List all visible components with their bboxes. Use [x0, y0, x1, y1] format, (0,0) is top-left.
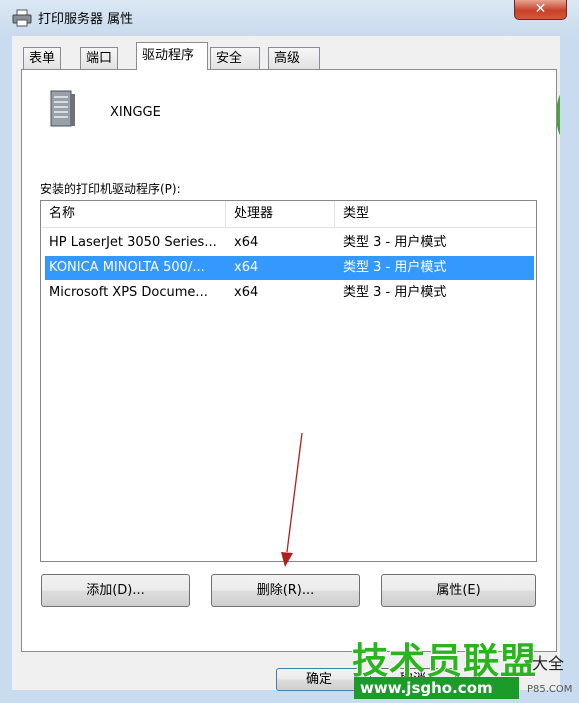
ok-button[interactable]: 确定: [276, 668, 362, 691]
driver-name: HP LaserJet 3050 Series...: [49, 235, 217, 250]
driver-type: 类型 3 - 用户模式: [343, 260, 447, 275]
driver-processor: x64: [234, 260, 259, 275]
tab-label: 高级: [274, 51, 301, 66]
tab-label: 表单: [29, 51, 56, 66]
driver-name: KONICA MINOLTA 500/...: [49, 260, 205, 275]
drivers-list[interactable]: 名称 处理器 类型 HP LaserJet 3050 Series... x64…: [40, 200, 537, 562]
watermark-suffix: 大全: [532, 654, 565, 673]
tab-drivers[interactable]: 驱动程序: [136, 42, 208, 70]
driver-processor: x64: [234, 235, 259, 250]
window-border-right: [560, 36, 579, 703]
driver-name: Microsoft XPS Docume...: [49, 285, 208, 300]
tab-advanced[interactable]: 高级: [268, 47, 320, 69]
table-row[interactable]: HP LaserJet 3050 Series... x64 类型 3 - 用户…: [45, 231, 534, 255]
driver-type: 类型 3 - 用户模式: [343, 285, 447, 300]
server-icon: [50, 90, 75, 127]
driver-type: 类型 3 - 用户模式: [343, 235, 447, 250]
installed-drivers-label: 安装的打印机驱动程序(P):: [40, 182, 181, 196]
column-header-label: 类型: [343, 206, 370, 221]
column-header-name[interactable]: 名称: [41, 201, 226, 227]
window-title: 打印服务器 属性: [38, 12, 134, 27]
list-header: 名称 处理器 类型: [41, 201, 536, 228]
table-row[interactable]: Microsoft XPS Docume... x64 类型 3 - 用户模式: [45, 281, 534, 305]
server-name: XINGGE: [110, 105, 161, 120]
driver-properties-button[interactable]: 属性(E): [381, 574, 536, 607]
column-header-processor[interactable]: 处理器: [226, 201, 335, 227]
tab-ports[interactable]: 端口: [80, 47, 118, 69]
watermark-small-text: P85.COM: [527, 684, 573, 695]
column-header-label: 处理器: [234, 206, 274, 221]
window-border-left: [0, 36, 12, 703]
title-bar[interactable]: 打印服务器 属性 ✕: [0, 0, 579, 36]
close-button[interactable]: ✕: [514, 0, 567, 20]
drivers-tab-panel: XINGGE 安装的打印机驱动程序(P): 名称 处理器 类型 HP Laser…: [21, 69, 557, 652]
table-row[interactable]: KONICA MINOLTA 500/... x64 类型 3 - 用户模式: [45, 256, 534, 280]
tab-forms[interactable]: 表单: [23, 47, 61, 69]
driver-processor: x64: [234, 285, 259, 300]
tab-label: 端口: [86, 51, 113, 66]
close-icon: ✕: [534, 1, 547, 17]
remove-driver-button[interactable]: 删除(R)...: [211, 574, 360, 607]
column-header-label: 名称: [49, 206, 76, 221]
printer-icon: [12, 9, 32, 27]
watermark-logo: 技术员联盟 大全 www.jsgho.com P85.COM: [352, 632, 579, 703]
column-header-type[interactable]: 类型: [335, 201, 535, 227]
tab-security[interactable]: 安全: [210, 47, 260, 69]
tab-label: 驱动程序: [142, 48, 195, 63]
watermark-url: www.jsgho.com: [354, 677, 519, 699]
tab-label: 安全: [216, 51, 243, 66]
add-driver-button[interactable]: 添加(D)...: [41, 574, 190, 607]
